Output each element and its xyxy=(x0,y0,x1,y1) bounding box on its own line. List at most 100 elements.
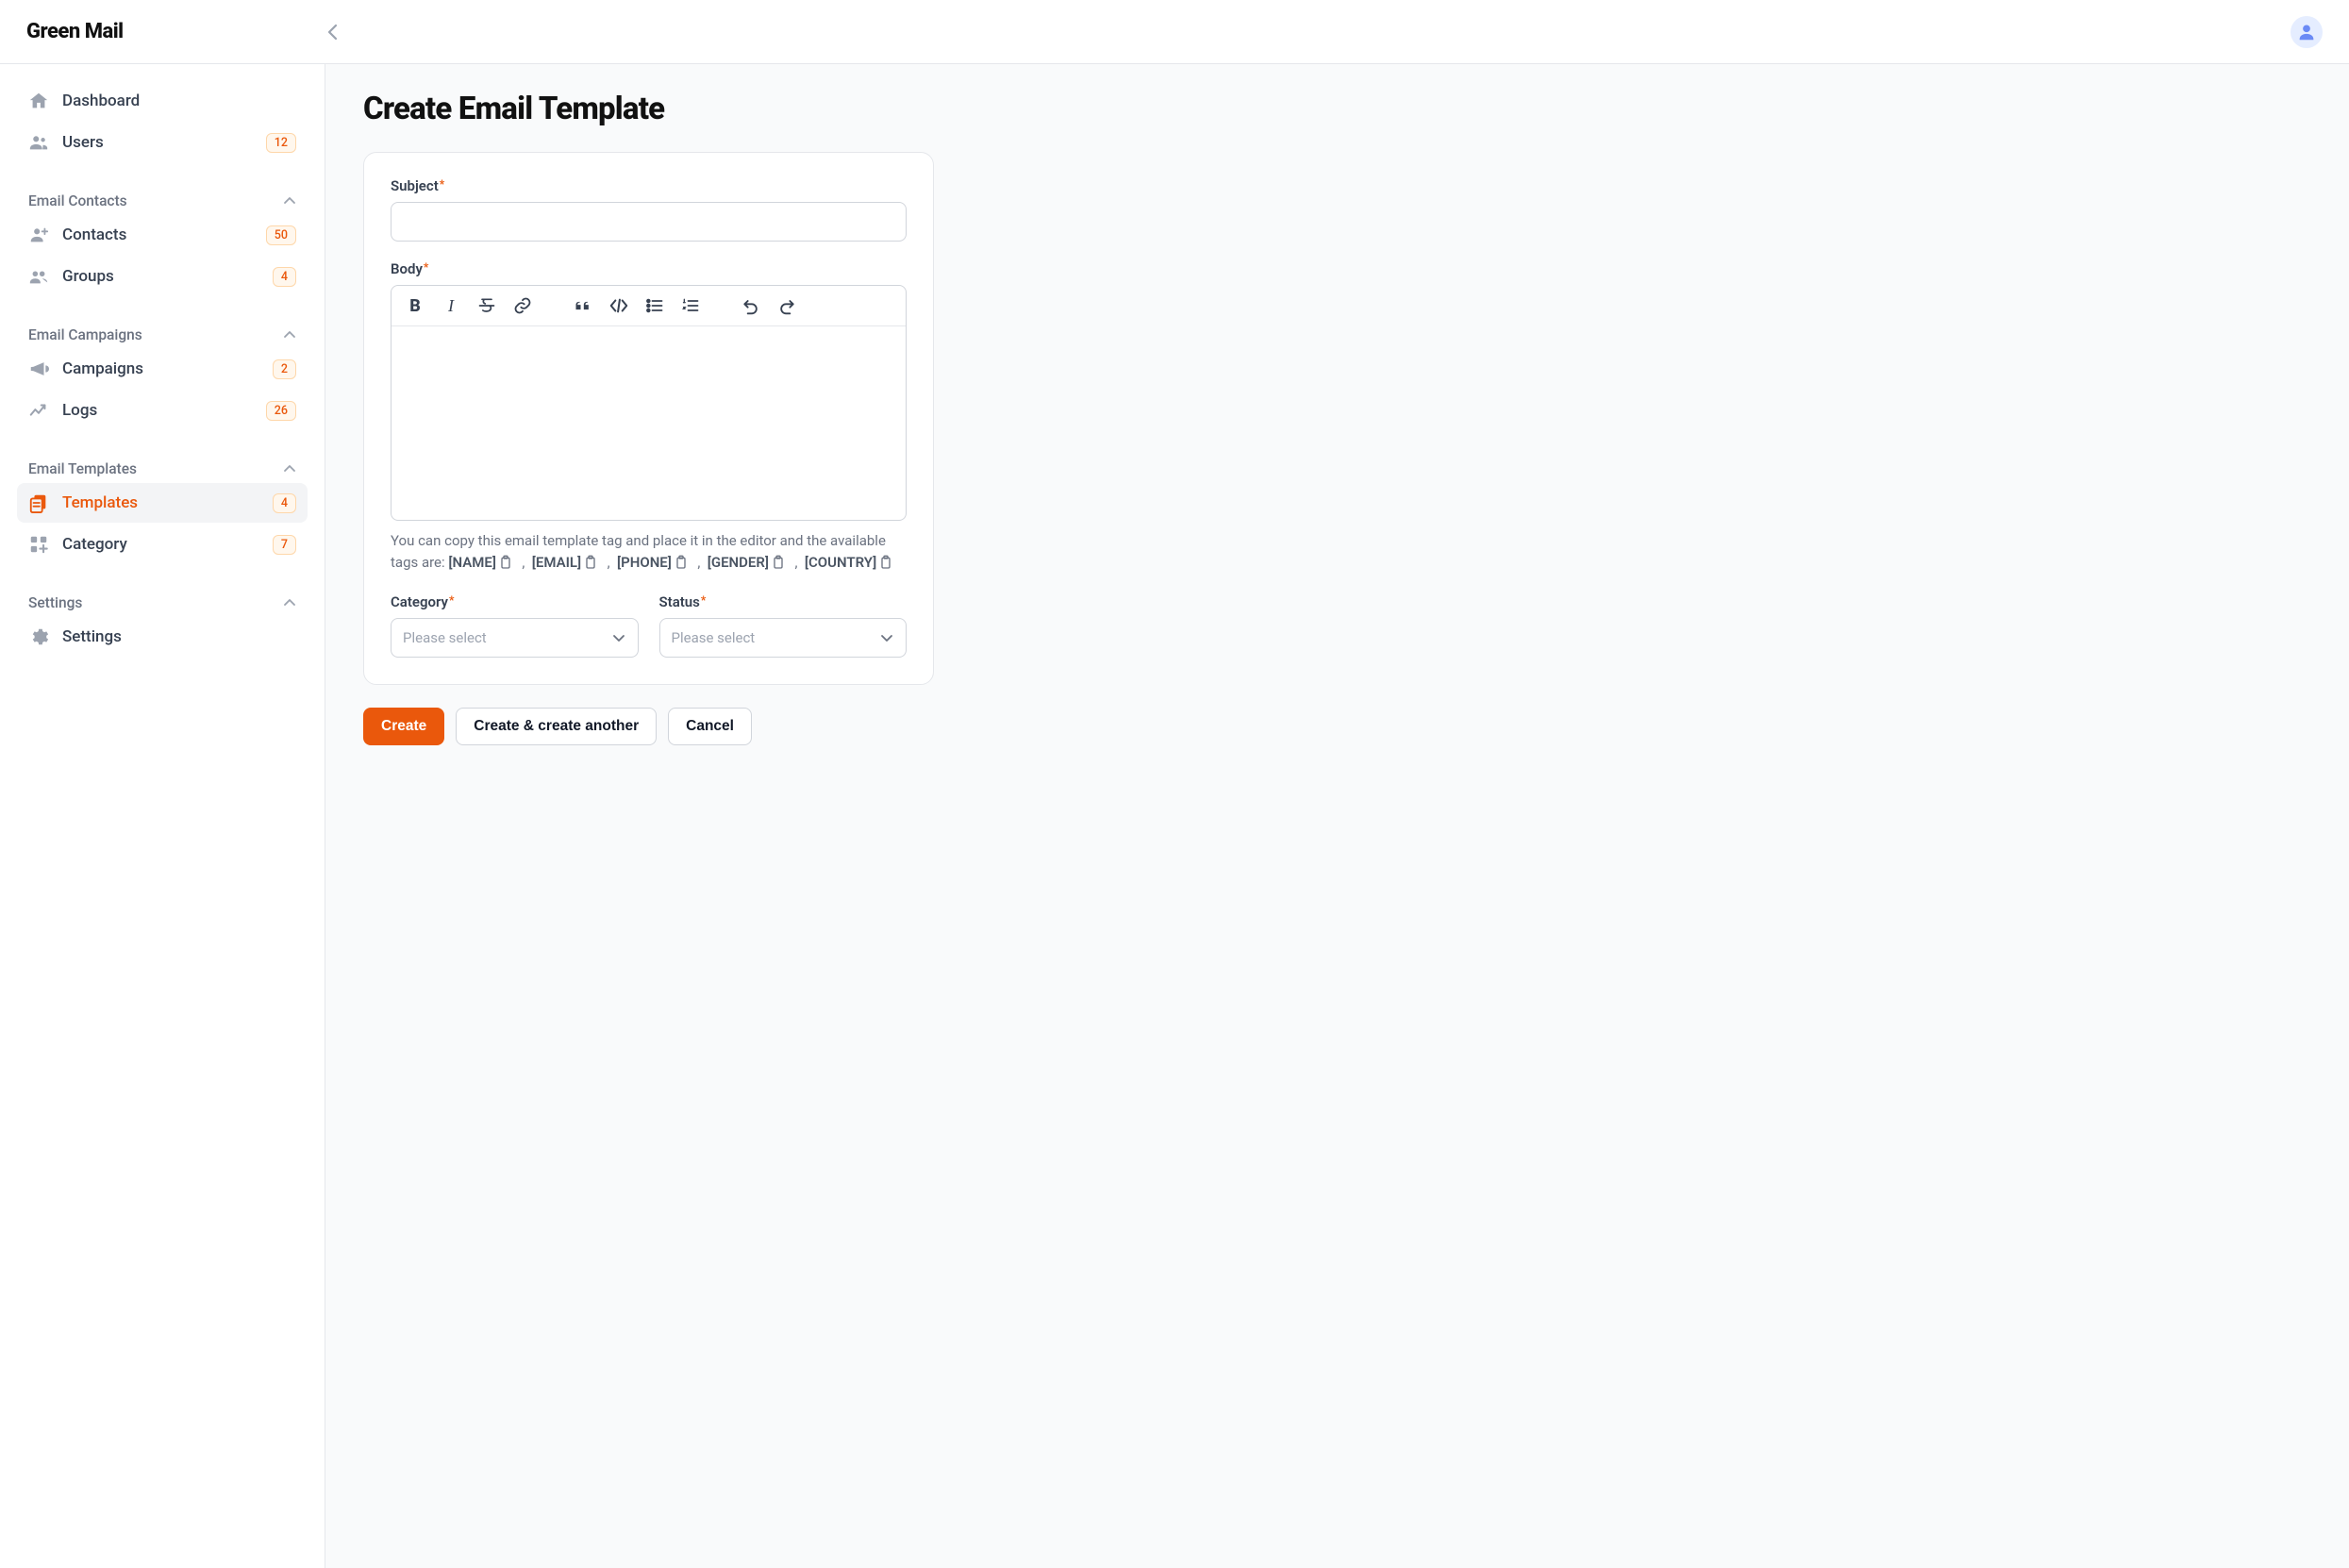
copy-tag-email-button[interactable] xyxy=(583,555,598,570)
cancel-button[interactable]: Cancel xyxy=(668,708,752,745)
quote-icon xyxy=(574,296,592,315)
template-icon xyxy=(28,492,49,513)
subject-field: Subject* xyxy=(391,177,907,242)
copy-tag-phone-button[interactable] xyxy=(674,555,689,570)
subject-label: Subject* xyxy=(391,177,444,194)
count-badge: 4 xyxy=(273,267,296,287)
link-icon xyxy=(513,296,532,315)
count-badge: 12 xyxy=(266,133,296,153)
strikethrough-icon xyxy=(477,296,496,315)
strikethrough-button[interactable] xyxy=(476,295,497,316)
sidebar-item-users[interactable]: Users 12 xyxy=(17,123,308,162)
code-icon xyxy=(608,296,629,315)
required-indicator: * xyxy=(424,260,428,274)
sidebar-group-email-contacts[interactable]: Email Contacts xyxy=(17,183,308,215)
header: Green Mail xyxy=(0,0,2349,64)
sidebar-item-campaigns[interactable]: Campaigns 2 xyxy=(17,349,308,389)
required-indicator: * xyxy=(701,593,706,607)
editor-toolbar: B I xyxy=(392,286,906,326)
chevron-up-icon xyxy=(283,328,296,342)
subject-label-text: Subject xyxy=(391,177,439,194)
bullet-list-button[interactable] xyxy=(644,295,665,316)
sidebar-item-label: Settings xyxy=(62,627,122,646)
sidebar-item-label: Dashboard xyxy=(62,92,140,110)
form-actions: Create Create & create another Cancel xyxy=(363,708,2311,745)
status-select[interactable]: Please select xyxy=(659,618,908,658)
copy-tag-gender-button[interactable] xyxy=(771,555,786,570)
tag-phone: [PHONE] xyxy=(617,554,672,571)
chevron-up-icon xyxy=(283,462,296,475)
category-placeholder: Please select xyxy=(403,629,487,646)
sidebar-item-settings[interactable]: Settings xyxy=(17,617,308,657)
avatar[interactable] xyxy=(2291,16,2323,48)
sidebar-item-logs[interactable]: Logs 26 xyxy=(17,391,308,430)
sidebar-group-email-campaigns[interactable]: Email Campaigns xyxy=(17,317,308,349)
trend-icon xyxy=(28,400,49,421)
chevron-up-icon xyxy=(283,596,296,609)
user-icon xyxy=(2296,22,2317,42)
sidebar-item-label: Logs xyxy=(62,401,97,420)
sidebar-item-label: Category xyxy=(62,535,127,554)
sidebar-item-contacts[interactable]: Contacts 50 xyxy=(17,215,308,255)
sidebar-collapse-button[interactable] xyxy=(322,21,344,43)
sidebar-item-category[interactable]: Category 7 xyxy=(17,525,308,564)
body-field: Body* B I xyxy=(391,260,907,575)
sidebar-item-label: Templates xyxy=(62,493,138,512)
sidebar-group-email-templates[interactable]: Email Templates xyxy=(17,451,308,483)
clipboard-icon xyxy=(674,555,689,570)
template-tags-hint: You can copy this email template tag and… xyxy=(391,530,907,575)
sidebar-item-label: Groups xyxy=(62,267,114,286)
copy-tag-name-button[interactable] xyxy=(498,555,513,570)
body-label-text: Body xyxy=(391,260,423,277)
status-placeholder: Please select xyxy=(672,629,756,646)
tag-name: [NAME] xyxy=(448,554,496,571)
italic-button[interactable]: I xyxy=(441,295,461,316)
sidebar-item-templates[interactable]: Templates 4 xyxy=(17,483,308,523)
code-button[interactable] xyxy=(608,295,629,316)
clipboard-icon xyxy=(878,555,893,570)
home-icon xyxy=(28,91,49,111)
ordered-list-button[interactable] xyxy=(680,295,701,316)
sidebar-group-title: Settings xyxy=(28,594,82,611)
bold-button[interactable]: B xyxy=(405,295,425,316)
create-another-button[interactable]: Create & create another xyxy=(456,708,657,745)
clipboard-icon xyxy=(583,555,598,570)
chevron-left-icon xyxy=(327,24,338,41)
blockquote-button[interactable] xyxy=(573,295,593,316)
category-field: Category* Please select xyxy=(391,593,639,658)
subject-input[interactable] xyxy=(391,202,907,242)
undo-button[interactable] xyxy=(741,295,761,316)
main-content: Create Email Template Subject* Body* B I xyxy=(325,64,2349,1568)
required-indicator: * xyxy=(440,177,444,191)
undo-icon xyxy=(741,296,760,315)
body-editor-area[interactable] xyxy=(392,326,906,520)
page-title: Create Email Template xyxy=(363,91,2311,127)
required-indicator: * xyxy=(449,593,454,607)
redo-button[interactable] xyxy=(776,295,797,316)
count-badge: 4 xyxy=(273,493,296,513)
copy-tag-country-button[interactable] xyxy=(878,555,893,570)
category-label-text: Category xyxy=(391,593,448,610)
chevron-down-icon xyxy=(879,630,894,645)
sidebar-group-settings[interactable]: Settings xyxy=(17,585,308,617)
bullet-list-icon xyxy=(645,296,664,315)
sidebar-group-title: Email Templates xyxy=(28,460,137,477)
link-button[interactable] xyxy=(512,295,533,316)
tag-gender: [GENDER] xyxy=(708,554,769,571)
megaphone-icon xyxy=(28,359,49,379)
brand-title: Green Mail xyxy=(26,20,124,43)
people-icon xyxy=(28,266,49,287)
clipboard-icon xyxy=(498,555,513,570)
category-select[interactable]: Please select xyxy=(391,618,639,658)
sidebar-item-dashboard[interactable]: Dashboard xyxy=(17,81,308,121)
squares-icon xyxy=(28,534,49,555)
count-badge: 7 xyxy=(273,535,296,555)
clipboard-icon xyxy=(771,555,786,570)
form-card: Subject* Body* B I xyxy=(363,152,934,685)
create-button[interactable]: Create xyxy=(363,708,444,745)
status-label: Status* xyxy=(659,593,707,610)
count-badge: 50 xyxy=(266,225,296,245)
sidebar: Dashboard Users 12 Email Contacts Contac… xyxy=(0,64,325,1568)
rich-text-editor: B I xyxy=(391,285,907,521)
sidebar-item-groups[interactable]: Groups 4 xyxy=(17,257,308,296)
